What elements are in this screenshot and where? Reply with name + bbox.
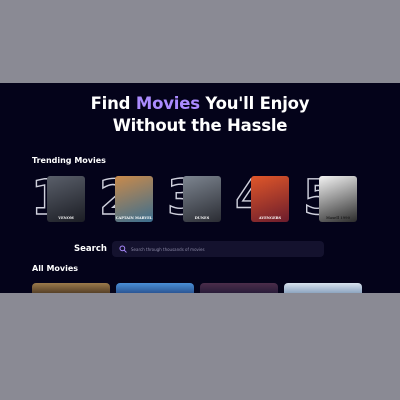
hero-title-accent: Movies <box>135 94 200 113</box>
trending-poster[interactable]: AVENGERS <box>251 176 289 222</box>
search-label: Search <box>74 244 107 254</box>
app-screen: Find Movies You'll Enjoy Without the Has… <box>0 83 400 293</box>
trending-item[interactable]: 2CAPTAIN MARVEL <box>98 169 159 227</box>
search-input[interactable] <box>131 246 311 252</box>
hero-title-line2: Without the Hassle <box>112 116 288 135</box>
trending-item[interactable]: 4AVENGERS <box>234 169 295 227</box>
movie-card[interactable] <box>116 283 194 293</box>
trending-item[interactable]: 5Maxell 1990 <box>302 169 363 227</box>
all-movies-heading: All Movies <box>32 264 79 273</box>
poster-title: CAPTAIN MARVEL <box>115 216 153 220</box>
poster-title: DUNES <box>194 216 210 220</box>
movie-card[interactable] <box>284 283 362 293</box>
poster-title: VENOM <box>58 216 74 220</box>
trending-poster[interactable]: DUNES <box>183 176 221 222</box>
trending-poster[interactable]: Maxell 1990 <box>319 176 357 222</box>
search-box[interactable] <box>112 241 324 257</box>
hero-title-prefix: Find <box>90 94 136 113</box>
hero-title: Find Movies You'll Enjoy Without the Has… <box>0 93 400 137</box>
trending-item[interactable]: 1VENOM <box>30 169 91 227</box>
trending-heading: Trending Movies <box>32 156 106 165</box>
trending-poster[interactable]: CAPTAIN MARVEL <box>115 176 153 222</box>
movie-card[interactable] <box>200 283 278 293</box>
poster-title: Maxell 1990 <box>325 216 351 220</box>
movie-card[interactable] <box>32 283 110 293</box>
trending-poster[interactable]: VENOM <box>47 176 85 222</box>
poster-title: AVENGERS <box>258 216 282 220</box>
trending-item[interactable]: 3DUNES <box>166 169 227 227</box>
search-icon <box>119 245 127 253</box>
hero-title-suffix: You'll Enjoy <box>199 94 310 113</box>
